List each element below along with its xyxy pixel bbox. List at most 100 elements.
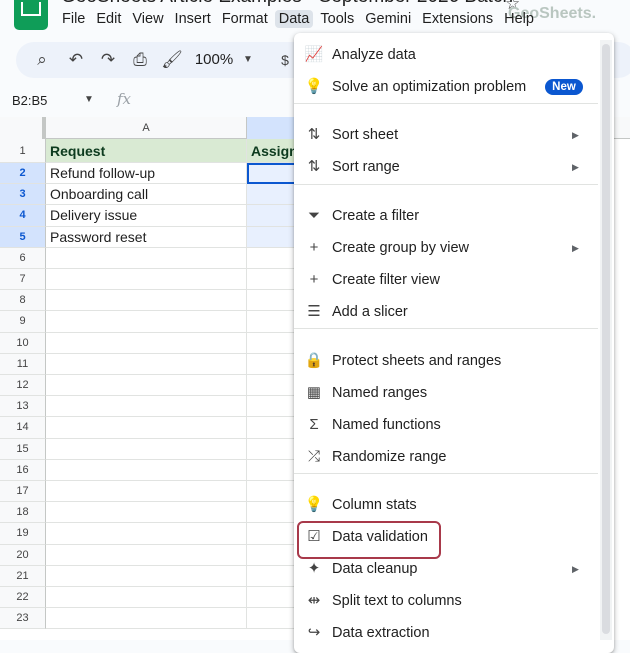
row-header[interactable]: 10 xyxy=(0,332,46,354)
menu-extensions[interactable]: Extensions xyxy=(418,10,497,28)
menu-item-column-stats[interactable]: 💡 Column stats xyxy=(294,489,594,521)
column-header-a[interactable]: A xyxy=(46,117,247,139)
menu-item-sort-range[interactable]: ⇅ Sort range ▶ xyxy=(294,151,594,183)
row-header[interactable]: 14 xyxy=(0,417,46,439)
split-icon: ⇹ xyxy=(307,592,321,609)
cell-a[interactable] xyxy=(46,481,247,503)
menu-scrollbar-thumb[interactable] xyxy=(602,44,610,634)
row-header[interactable]: 9 xyxy=(0,311,46,333)
submenu-arrow-icon: ▶ xyxy=(572,130,579,140)
row-header[interactable]: 21 xyxy=(0,565,46,587)
chevron-down-icon[interactable]: ▼ xyxy=(238,42,258,78)
cell-a[interactable] xyxy=(46,565,247,587)
row-header[interactable]: 5 xyxy=(0,226,46,248)
cell-a[interactable] xyxy=(46,247,247,269)
select-all-corner[interactable] xyxy=(0,117,46,139)
undo-icon[interactable]: ↶ xyxy=(62,42,90,78)
row-header[interactable]: 12 xyxy=(0,375,46,397)
menu-tools[interactable]: Tools xyxy=(316,10,358,28)
menu-item-sort-sheet[interactable]: ⇅ Sort sheet ▶ xyxy=(294,119,594,151)
cell-a[interactable] xyxy=(46,438,247,460)
menu-gemini[interactable]: Gemini xyxy=(361,10,415,28)
row-header[interactable]: 8 xyxy=(0,290,46,312)
filter-icon: ⏷ xyxy=(307,207,320,224)
row-header[interactable]: 7 xyxy=(0,269,46,291)
row-header[interactable]: 18 xyxy=(0,502,46,524)
sort-icon: ⇅ xyxy=(307,158,321,175)
cell-a[interactable] xyxy=(46,587,247,609)
menu-item-create-group-by-view[interactable]: + Create group by view ▶ xyxy=(294,232,594,264)
menu-data[interactable]: Data xyxy=(274,10,314,28)
cell-a[interactable] xyxy=(46,375,247,397)
menu-item-create-a-filter[interactable]: ⏷ Create a filter xyxy=(294,200,594,232)
menu-item-label: Randomize range xyxy=(332,449,447,465)
cell-a[interactable] xyxy=(46,290,247,312)
menu-bar: File Edit View Insert Format Data Tools Gemini E… xyxy=(58,10,541,32)
menu-item-analyze-data[interactable]: 📈 Analyze data xyxy=(294,39,594,71)
menu-insert[interactable]: Insert xyxy=(171,10,215,28)
document-title[interactable]: GeoSheets Article Examples - September 2… xyxy=(61,0,513,8)
menu-item-split-text-to-columns[interactable]: ⇹ Split text to columns xyxy=(294,585,594,617)
row-header[interactable]: 16 xyxy=(0,459,46,481)
menu-item-data-extraction[interactable]: ↪ Data extraction xyxy=(294,617,594,649)
row-header[interactable]: 3 xyxy=(0,184,46,206)
row-header[interactable]: 22 xyxy=(0,587,46,609)
row-header[interactable]: 13 xyxy=(0,396,46,418)
menu-item-label: Sort range xyxy=(332,159,400,175)
row-header[interactable]: 4 xyxy=(0,205,46,227)
cell-a[interactable] xyxy=(46,332,247,354)
cell-a[interactable] xyxy=(46,502,247,524)
menu-file[interactable]: File xyxy=(58,10,89,28)
row-header[interactable]: 19 xyxy=(0,523,46,545)
cell-a[interactable] xyxy=(46,459,247,481)
menu-item-label: Named ranges xyxy=(332,385,428,401)
row-header[interactable]: 17 xyxy=(0,481,46,503)
menu-item-randomize-range[interactable]: ⤮ Randomize range xyxy=(294,441,594,473)
row-header[interactable]: 2 xyxy=(0,163,46,185)
cell-a[interactable]: Refund follow-up xyxy=(46,163,247,185)
menu-help[interactable]: Help xyxy=(500,10,538,28)
row-header[interactable]: 6 xyxy=(0,247,46,269)
row-header[interactable]: 15 xyxy=(0,438,46,460)
menu-item-named-ranges[interactable]: ▦ Named ranges xyxy=(294,377,594,409)
plus-icon: + xyxy=(309,239,319,256)
cell-a[interactable] xyxy=(46,544,247,566)
cell-a[interactable]: Onboarding call xyxy=(46,184,247,206)
menu-item-add-a-slicer[interactable]: ☰ Add a slicer xyxy=(294,296,594,328)
menu-item-label: Analyze data xyxy=(332,47,416,63)
menu-item-label: Column stats xyxy=(332,497,417,513)
row-header[interactable]: 11 xyxy=(0,353,46,375)
cell-a[interactable]: Delivery issue xyxy=(46,205,247,227)
menu-format[interactable]: Format xyxy=(218,10,272,28)
name-box[interactable]: B2:B5 xyxy=(12,93,47,108)
paint-format-icon[interactable]: 🖌 xyxy=(158,42,186,78)
cell-a[interactable]: Request xyxy=(46,139,247,163)
row-header[interactable]: 20 xyxy=(0,544,46,566)
cell-a[interactable] xyxy=(46,608,247,630)
cell-a[interactable]: Password reset xyxy=(46,226,247,248)
menu-item-label: Create group by view xyxy=(332,240,470,256)
search-icon[interactable]: ⌕ xyxy=(28,42,56,78)
zoom-select[interactable]: 100% xyxy=(192,42,236,78)
cell-a[interactable] xyxy=(46,311,247,333)
menu-item-named-functions[interactable]: Σ Named functions xyxy=(294,409,594,441)
menu-item-label: Named functions xyxy=(332,417,441,433)
menu-item-label: Data extraction xyxy=(332,625,430,641)
redo-icon[interactable]: ↷ xyxy=(94,42,122,78)
menu-edit[interactable]: Edit xyxy=(92,10,125,28)
sigma-icon: Σ xyxy=(309,416,319,433)
menu-item-create-filter-view[interactable]: + Create filter view xyxy=(294,264,594,296)
print-icon[interactable]: ⎙ xyxy=(126,42,154,78)
cell-a[interactable] xyxy=(46,396,247,418)
row-header[interactable]: 1 xyxy=(0,139,46,163)
menu-view[interactable]: View xyxy=(128,10,167,28)
row-header[interactable]: 23 xyxy=(0,608,46,630)
cell-a[interactable] xyxy=(46,269,247,291)
cell-a[interactable] xyxy=(46,523,247,545)
analyze-icon: 📈 xyxy=(304,46,324,63)
currency-format-button[interactable]: $ xyxy=(278,42,292,78)
chevron-down-icon[interactable]: ▼ xyxy=(84,94,94,105)
menu-item-protect-sheets-and-ranges[interactable]: 🔒 Protect sheets and ranges xyxy=(294,345,594,377)
cell-a[interactable] xyxy=(46,417,247,439)
cell-a[interactable] xyxy=(46,353,247,375)
